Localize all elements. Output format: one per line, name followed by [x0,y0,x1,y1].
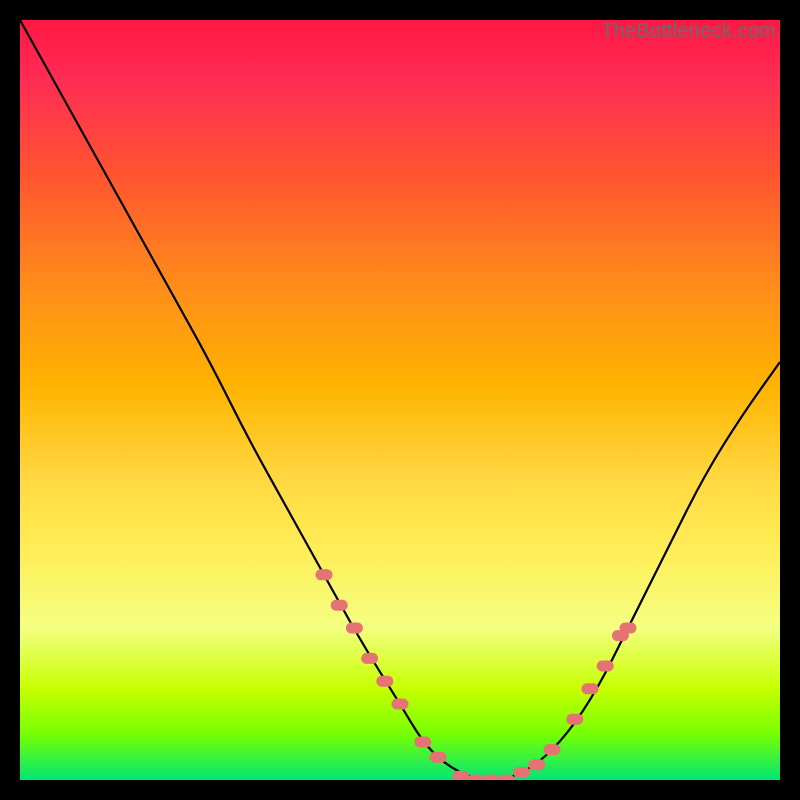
curve-marker [346,623,362,633]
curve-marker [567,714,583,724]
curve-marker [582,684,598,694]
curve-marker [362,653,378,663]
curve-marker [331,600,347,610]
curve-marker [430,752,446,762]
curve-marker [514,767,530,777]
bottleneck-curve-path [20,20,780,780]
curve-marker [498,775,514,780]
curve-marker [529,760,545,770]
curve-marker [620,623,636,633]
curve-marker [316,570,332,580]
curve-marker [483,775,499,780]
curve-marker [415,737,431,747]
curve-marker [544,745,560,755]
bottleneck-chart-svg [20,20,780,780]
curve-marker [377,676,393,686]
marker-group [316,570,636,780]
curve-marker [392,699,408,709]
curve-marker [453,771,469,780]
curve-marker [468,775,484,780]
chart-outer-frame: TheBottleneck.com [0,0,800,800]
curve-marker [597,661,613,671]
chart-plot-area: TheBottleneck.com [20,20,780,780]
